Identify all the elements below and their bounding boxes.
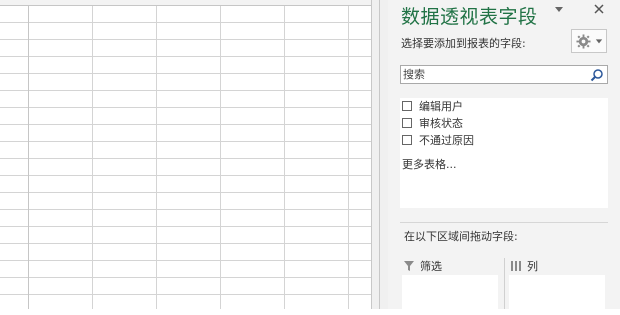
gear-icon (575, 33, 591, 49)
columns-drop-zone[interactable] (509, 275, 605, 315)
more-tables-link[interactable]: 更多表格... (402, 156, 457, 172)
columns-area-label: 列 (527, 260, 538, 273)
close-pane-button[interactable] (591, 3, 607, 19)
area-separator (504, 258, 505, 309)
tools-button[interactable] (571, 29, 607, 53)
section-divider (400, 222, 608, 223)
triangle-down-icon (555, 7, 563, 12)
search-input[interactable] (403, 67, 583, 82)
filters-area-header: 筛选 (404, 258, 442, 274)
field-list: 编辑用户 审核状态 不通过原因 更多表格... (400, 98, 608, 208)
field-item[interactable]: 审核状态 (402, 115, 463, 131)
field-checkbox[interactable] (402, 135, 412, 145)
field-label: 审核状态 (419, 117, 463, 130)
columns-icon (511, 261, 521, 271)
scrollbar-track (379, 0, 380, 309)
filters-drop-zone[interactable] (402, 275, 498, 315)
drag-areas-label: 在以下区域间拖动字段: (404, 230, 518, 243)
filters-area-label: 筛选 (420, 260, 442, 273)
vertical-scrollbar[interactable] (371, 0, 388, 309)
magnifier-icon[interactable] (590, 68, 604, 82)
field-search-box[interactable] (400, 65, 608, 84)
field-checkbox[interactable] (402, 101, 412, 111)
pane-options-dropdown[interactable] (551, 3, 567, 19)
columns-area-header: 列 (511, 258, 538, 274)
field-checkbox[interactable] (402, 118, 412, 128)
filters-area[interactable]: 筛选 (400, 252, 498, 315)
worksheet-grid[interactable] (0, 0, 371, 309)
field-label: 编辑用户 (419, 100, 463, 113)
pivot-field-pane: 数据透视表字段 选择要添加到报表的字段: 搜索 编辑用户 审核状态 不通过原因 … (388, 0, 620, 315)
field-item[interactable]: 编辑用户 (402, 98, 463, 114)
close-icon (594, 4, 604, 14)
field-item[interactable]: 不通过原因 (402, 132, 474, 148)
filter-icon (404, 261, 414, 271)
columns-area[interactable]: 列 (507, 252, 605, 315)
chevron-down-icon (595, 39, 602, 44)
column-headers[interactable] (0, 0, 371, 6)
row-headers[interactable] (0, 0, 29, 309)
choose-fields-label: 选择要添加到报表的字段: (401, 37, 526, 50)
field-label: 不通过原因 (419, 134, 474, 147)
pane-title: 数据透视表字段 (401, 6, 538, 28)
